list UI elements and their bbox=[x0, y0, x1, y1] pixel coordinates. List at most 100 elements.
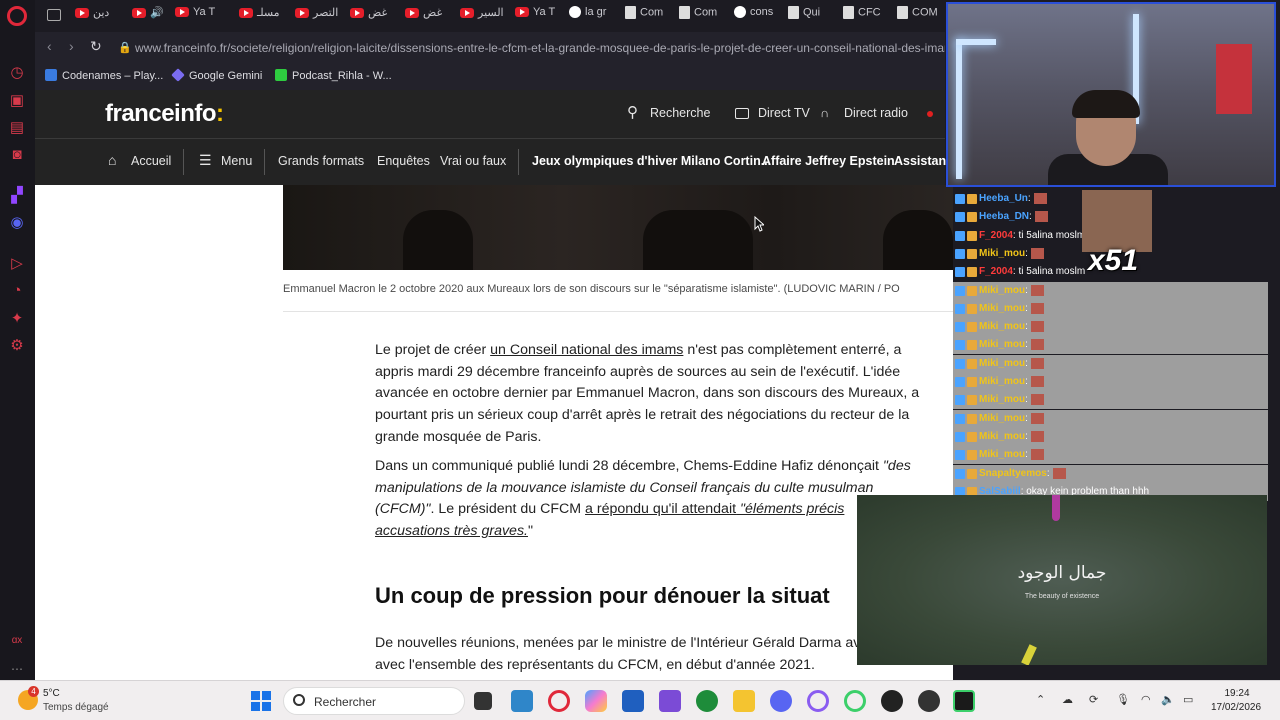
opera-air-icon[interactable] bbox=[844, 690, 866, 712]
chat-username[interactable]: Snapaltyemos bbox=[979, 468, 1047, 479]
discord-icon[interactable] bbox=[770, 690, 792, 712]
tab[interactable]: غض bbox=[405, 6, 455, 26]
chat-username[interactable]: Miki_mou bbox=[979, 376, 1025, 387]
taskbar-search[interactable]: Rechercher bbox=[283, 687, 465, 715]
app-icon[interactable] bbox=[659, 690, 681, 712]
lock-icon: 🔒 bbox=[118, 42, 132, 54]
wallet-icon[interactable]: ▣ bbox=[8, 92, 26, 110]
chat-username[interactable]: Miki_mou bbox=[979, 449, 1025, 460]
tab[interactable]: Ya T bbox=[175, 6, 225, 26]
chat-username[interactable]: Miki_mou bbox=[979, 394, 1025, 405]
tray-chevron-icon[interactable]: ⌃ bbox=[1036, 693, 1045, 706]
tab[interactable]: غض bbox=[350, 6, 400, 26]
tab[interactable]: Ya T bbox=[515, 6, 565, 26]
volume-icon[interactable]: 🔈 bbox=[1161, 693, 1175, 706]
search-link[interactable]: Recherche bbox=[650, 106, 710, 120]
more-icon[interactable]: ⋯ bbox=[8, 660, 26, 678]
search-icon[interactable]: ⚲ bbox=[627, 103, 638, 121]
reponse-link[interactable]: a répondu qu'il attendait bbox=[585, 501, 736, 517]
app-icon[interactable] bbox=[918, 690, 940, 712]
badge-icon bbox=[967, 377, 977, 387]
tab[interactable]: مسلـ bbox=[239, 6, 289, 26]
back-icon[interactable]: ‹ bbox=[47, 38, 52, 54]
settings-icon[interactable]: ⚙ bbox=[8, 337, 26, 355]
tab[interactable]: Qui bbox=[788, 6, 838, 26]
tab[interactable]: Com bbox=[679, 6, 729, 26]
tab[interactable]: la gr bbox=[569, 6, 619, 26]
cloud-icon[interactable]: ☁ bbox=[1062, 693, 1073, 706]
clock-time[interactable]: 19:24 bbox=[1212, 688, 1262, 699]
franceinfo-logo[interactable]: franceinfo: bbox=[105, 100, 224, 128]
direct-radio-link[interactable]: Direct radio bbox=[844, 106, 908, 120]
nav-grands-formats[interactable]: Grands formats bbox=[278, 154, 364, 168]
clock-icon[interactable]: ◔ bbox=[8, 282, 26, 300]
chat-username[interactable]: Miki_mou bbox=[979, 303, 1025, 314]
tab-manager-icon[interactable] bbox=[47, 9, 61, 21]
crypto-icon[interactable]: ▤ bbox=[8, 119, 26, 137]
file-explorer-icon[interactable] bbox=[733, 690, 755, 712]
chat-username[interactable]: Miki_mou bbox=[979, 431, 1025, 442]
chat-username[interactable]: Miki_mou bbox=[979, 321, 1025, 332]
copilot-icon[interactable] bbox=[585, 690, 607, 712]
bookmark-gemini[interactable]: Google Gemini bbox=[171, 68, 262, 82]
video-decoration bbox=[1052, 495, 1060, 521]
nav-vrai-ou-faux[interactable]: Vrai ou faux bbox=[440, 154, 506, 168]
chat-username[interactable]: Miki_mou bbox=[979, 413, 1025, 424]
aria-icon[interactable]: ɑx bbox=[8, 632, 26, 650]
extensions-icon[interactable]: ✦ bbox=[8, 310, 26, 328]
forward-icon[interactable]: › bbox=[69, 38, 74, 54]
obs-icon[interactable] bbox=[881, 690, 903, 712]
task-view-icon[interactable] bbox=[474, 692, 492, 710]
microphone-icon[interactable]: 🎙 bbox=[1116, 693, 1130, 706]
reload-icon[interactable]: ↻ bbox=[90, 38, 102, 55]
tab[interactable]: دين bbox=[75, 6, 125, 26]
chat-username[interactable]: Miki_mou bbox=[979, 285, 1025, 296]
chat-username[interactable]: F_2004 bbox=[979, 266, 1013, 277]
nav-topic-jo[interactable]: Jeux olympiques d'hiver Milano Cortin... bbox=[532, 154, 771, 168]
weather-desc[interactable]: Temps dégagé bbox=[43, 702, 109, 713]
tab[interactable]: التصر bbox=[295, 6, 345, 26]
bookmark-podcast[interactable]: Podcast_Rihla - W... bbox=[275, 69, 392, 82]
history-icon[interactable]: ◷ bbox=[8, 64, 26, 82]
chat-username[interactable]: Heeba_DN bbox=[979, 211, 1029, 222]
url-field[interactable]: www.franceinfo.fr/societe/religion/relig… bbox=[135, 37, 945, 59]
widgets-icon[interactable] bbox=[511, 690, 533, 712]
twitch-icon[interactable]: ▞ bbox=[8, 187, 26, 205]
direct-tv-link[interactable]: Direct TV bbox=[758, 106, 810, 120]
chat-username[interactable]: Miki_mou bbox=[979, 339, 1025, 350]
start-icon[interactable] bbox=[251, 691, 271, 711]
chat-username[interactable]: Miki_mou bbox=[979, 248, 1025, 259]
nav-topic-assistant[interactable]: Assistant bbox=[894, 154, 950, 168]
opera-logo-icon[interactable] bbox=[7, 6, 27, 26]
battery-icon[interactable]: ▭ bbox=[1183, 693, 1193, 706]
player-icon[interactable]: ▷ bbox=[8, 255, 26, 273]
nav-enquetes[interactable]: Enquêtes bbox=[377, 154, 430, 168]
xbox-icon[interactable] bbox=[696, 690, 718, 712]
chat-username[interactable]: Heeba_Un bbox=[979, 193, 1028, 204]
clock-date[interactable]: 17/02/2026 bbox=[1206, 702, 1266, 713]
wifi-icon[interactable]: ◠ bbox=[1141, 693, 1151, 706]
bookmark-codenames[interactable]: Codenames – Play... bbox=[45, 69, 163, 82]
store-icon[interactable] bbox=[622, 690, 644, 712]
video-title: جمال الوجود bbox=[1017, 563, 1107, 583]
tab[interactable]: CFC bbox=[843, 6, 893, 26]
chat-username[interactable]: F_2004 bbox=[979, 230, 1013, 241]
tab[interactable]: السير bbox=[460, 6, 510, 26]
terminal-icon[interactable] bbox=[953, 690, 975, 712]
nav-topic-epstein[interactable]: Affaire Jeffrey Epstein bbox=[762, 154, 895, 168]
sync-icon[interactable]: ⟳ bbox=[1089, 693, 1098, 706]
weather-temp[interactable]: 5°C bbox=[43, 688, 60, 699]
tv-icon bbox=[735, 108, 749, 119]
nav-home[interactable]: Accueil bbox=[131, 154, 171, 168]
chat-username[interactable]: Miki_mou bbox=[979, 358, 1025, 369]
conseil-imams-link[interactable]: un Conseil national des imams bbox=[490, 342, 683, 358]
tab[interactable]: COM bbox=[897, 6, 945, 26]
tab-active[interactable]: 🔊 bbox=[132, 6, 172, 26]
opera-gx-icon[interactable] bbox=[807, 690, 829, 712]
tab[interactable]: Com bbox=[625, 6, 675, 26]
nav-menu[interactable]: Menu bbox=[221, 154, 252, 168]
tab[interactable]: cons bbox=[734, 6, 784, 26]
messenger-icon[interactable]: ◙ bbox=[8, 146, 26, 164]
discord-icon[interactable]: ◉ bbox=[8, 214, 26, 232]
opera-icon[interactable] bbox=[548, 690, 570, 712]
